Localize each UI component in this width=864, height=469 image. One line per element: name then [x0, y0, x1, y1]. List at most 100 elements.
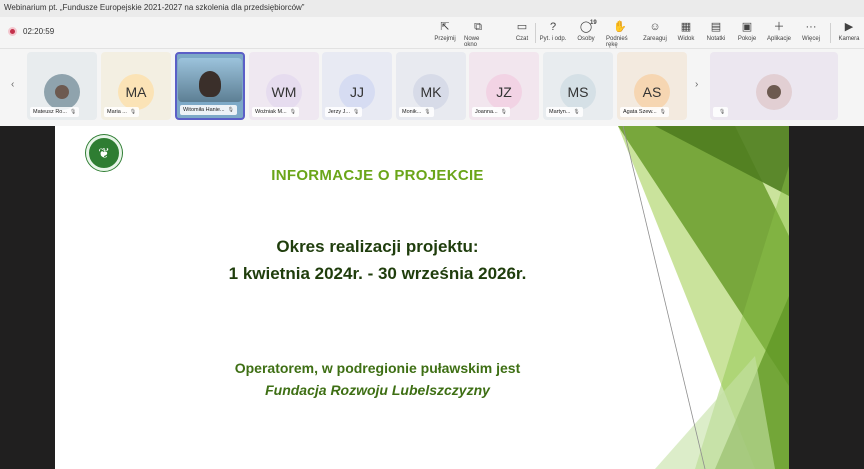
- participant-face-icon: [199, 71, 221, 97]
- mic-muted-icon: 🎙: [500, 109, 507, 115]
- toolbar-button-apps[interactable]: ＋ Aplikacje: [765, 20, 793, 48]
- participant-avatar: JZ: [486, 74, 522, 110]
- participant-name: Witomiła Hanie...: [183, 107, 225, 113]
- participant-name: Agata Szew...: [623, 109, 657, 115]
- raise-hand-icon: ✋: [613, 20, 627, 33]
- mic-muted-icon: 🎙: [129, 109, 137, 115]
- mic-muted-icon: 🎙: [659, 109, 666, 115]
- participant-name: Jerzy J...: [328, 109, 351, 115]
- qa-icon: ?: [549, 20, 557, 33]
- toolbar-button-people[interactable]: ◯ 19 Osoby: [572, 20, 600, 48]
- slide-operator-name: Fundacja Rozwoju Lubelszczyzny: [265, 382, 490, 398]
- toolbar-button-new-window[interactable]: ⧉ Nowe okno: [464, 20, 492, 48]
- participant-tile[interactable]: JJ Jerzy J... 🎙: [322, 52, 392, 120]
- window-title: Webinarium pt. „Fundusze Europejskie 202…: [0, 0, 864, 17]
- participant-tile[interactable]: WM Woźniak M... 🎙: [249, 52, 319, 120]
- toolbar-button-label: Widok: [677, 36, 695, 42]
- participant-name-tag: Jerzy J... 🎙: [325, 107, 363, 117]
- presentation-slide: ❦ INFORMACJE O PROJEKCIE Okres realizacj…: [55, 126, 789, 469]
- shared-content-stage: ❦ INFORMACJE O PROJEKCIE Okres realizacj…: [0, 126, 864, 469]
- toolbar-button-label: Notatki: [706, 36, 726, 42]
- participant-avatar: MK: [413, 74, 449, 110]
- toolbar-button-raise-hand[interactable]: ✋ Podnieś rękę: [606, 20, 634, 48]
- toolbar-button-label: Przejmij: [434, 36, 456, 42]
- toolbar-button-qa[interactable]: ? Pyt. i odp.: [539, 20, 567, 48]
- toolbar-separator: [535, 23, 536, 43]
- mic-muted-icon: 🎙: [573, 109, 580, 115]
- mic-muted-icon: 🎙: [424, 109, 431, 115]
- participant-name: Mateusz Ro...: [33, 109, 67, 115]
- slide-period-label: Okres realizacji projektu:: [276, 237, 479, 256]
- participant-tile[interactable]: AS Agata Szew... 🎙: [617, 52, 687, 120]
- participant-photo: [756, 74, 792, 110]
- rooms-icon: ▣: [741, 20, 753, 33]
- take-control-icon: ⇱: [440, 20, 450, 33]
- participant-tile[interactable]: MK Monik... 🎙: [396, 52, 466, 120]
- new-window-icon: ⧉: [474, 20, 482, 33]
- mic-muted-icon: 🎙: [353, 109, 360, 115]
- apps-icon: ＋: [773, 20, 785, 33]
- participant-tile[interactable]: JZ Joanna... 🎙: [469, 52, 539, 120]
- camera-icon: ▶: [844, 20, 854, 33]
- participant-name-tag: Woźniak M... 🎙: [252, 107, 300, 117]
- slide-operator-line: Operatorem, w podregionie puławskim jest: [234, 360, 521, 376]
- participant-name: Monik...: [402, 109, 422, 115]
- toolbar-button-label: Czat: [515, 36, 529, 42]
- toolbar-button-label: Podnieś rękę: [606, 36, 628, 48]
- toolbar-button-label: Zareaguj: [643, 36, 667, 42]
- notes-icon: ▤: [710, 20, 722, 33]
- toolbar-button-label: Pokoje: [737, 36, 757, 42]
- participant-name-tag: Agata Szew... 🎙: [620, 107, 669, 117]
- recording-time: 02:20:59: [23, 27, 55, 36]
- participant-avatar: WM: [266, 74, 302, 110]
- slide-shape-6: [655, 356, 775, 469]
- participant-face-icon: [767, 85, 781, 99]
- participant-avatar: JJ: [339, 74, 375, 110]
- mic-muted-icon: 🎙: [227, 107, 234, 113]
- participant-name: Joanna...: [475, 109, 498, 115]
- toolbar-button-rooms[interactable]: ▣ Pokoje: [733, 20, 761, 48]
- participant-tile[interactable]: 🎙: [710, 52, 838, 120]
- participant-name-tag: Mateusz Ro... 🎙: [30, 107, 80, 117]
- recording-dot-icon: [8, 27, 17, 36]
- participant-name-tag: Monik... 🎙: [399, 107, 434, 117]
- toolbar-button-label: Więcej: [801, 36, 820, 42]
- toolbar-button-react[interactable]: ☺ Zareaguj: [641, 20, 669, 48]
- participant-name-tag: Maria ... 🎙: [104, 107, 140, 117]
- participant-tile[interactable]: MA Maria ... 🎙: [101, 52, 171, 120]
- toolbar-button-take-control[interactable]: ⇱ Przejmij: [431, 20, 459, 48]
- toolbar-separator: [830, 23, 831, 43]
- chevron-left-icon[interactable]: ‹: [11, 79, 14, 90]
- slide-period-value: 1 kwietnia 2024r. - 30 września 2026r.: [228, 264, 527, 283]
- mic-muted-icon: 🎙: [719, 109, 726, 115]
- toolbar-button-label: Nowe okno: [464, 36, 480, 48]
- participant-tile[interactable]: Mateusz Ro... 🎙: [27, 52, 97, 120]
- participant-photo: [44, 74, 80, 110]
- chevron-right-icon[interactable]: ›: [695, 79, 698, 90]
- react-icon: ☺: [649, 20, 661, 33]
- toolbar-button-label: Aplikacje: [766, 36, 791, 42]
- toolbar-button-notes[interactable]: ▤ Notatki: [702, 20, 730, 48]
- toolbar-button-chat[interactable]: ▭ Czat: [508, 20, 536, 48]
- chat-icon: ▭: [516, 20, 528, 33]
- toolbar-button-camera[interactable]: ▶ Kamera: [835, 20, 863, 48]
- meeting-toolbar: 02:20:59 ⇱ Przejmij ⧉ Nowe okno ▭ Czat? Pyt. i…: [0, 17, 864, 49]
- mic-muted-icon: 🎙: [69, 109, 77, 115]
- recording-indicator: 02:20:59: [8, 27, 54, 36]
- participant-name-tag: Martyn... 🎙: [546, 107, 583, 117]
- toolbar-button-label: Pyt. i odp.: [539, 36, 567, 42]
- participant-name: Maria ...: [107, 109, 127, 115]
- toolbar-button-view[interactable]: ▦ Widok: [672, 20, 700, 48]
- participant-strip: ‹ Mateusz Ro... 🎙 MA Maria ... 🎙 Witomiła Han…: [0, 49, 864, 125]
- participant-name-tag: Witomiła Hanie... 🎙: [180, 105, 237, 115]
- participant-count: 19: [590, 20, 597, 26]
- mic-muted-icon: 🎙: [289, 109, 297, 115]
- toolbar-button-more[interactable]: ··· Więcej: [797, 20, 825, 48]
- participant-face-icon: [55, 85, 69, 99]
- participant-name: Martyn...: [549, 109, 571, 115]
- participant-tile[interactable]: MS Martyn... 🎙: [543, 52, 613, 120]
- participant-avatar: MA: [118, 74, 154, 110]
- foundation-logo: ❦: [86, 135, 122, 171]
- participant-photo: [178, 58, 242, 102]
- participant-tile[interactable]: Witomiła Hanie... 🎙: [175, 52, 245, 120]
